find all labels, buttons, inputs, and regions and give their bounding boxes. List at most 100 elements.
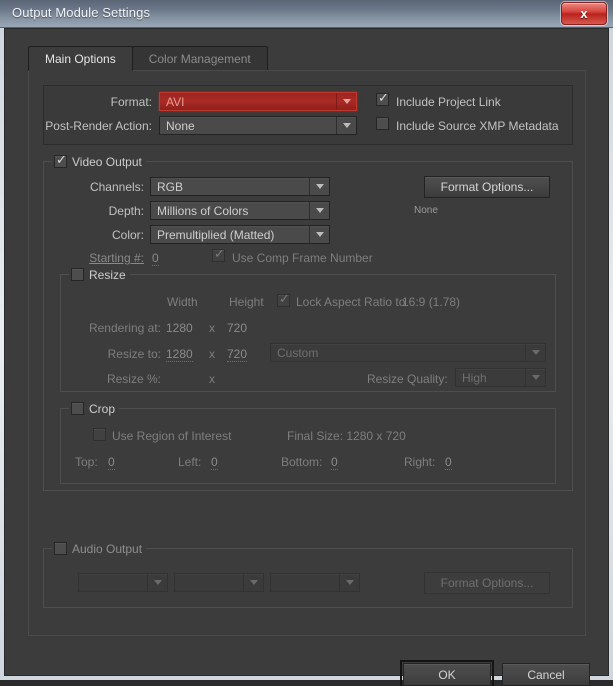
video-output-group: ✓ Video Output Channels: RGB Depth: Mill… xyxy=(43,154,573,491)
crop-top-value: 0 xyxy=(108,455,115,470)
dialog-body: Main Options Color Management Format: AV… xyxy=(4,28,609,686)
tab-panel-main-options: Format: AVI Post-Render Action: None ✓ I… xyxy=(28,70,586,636)
resize-quality-value: High xyxy=(462,370,487,385)
crop-group: Crop Use Region of Interest Final Size: … xyxy=(60,401,556,484)
include-xmp-label: Include Source XMP Metadata xyxy=(396,119,559,133)
post-render-action-dropdown[interactable]: None xyxy=(159,116,357,135)
format-dropdown[interactable]: AVI xyxy=(159,92,357,111)
chevron-down-icon xyxy=(525,369,545,386)
crop-top-label: Top: xyxy=(75,455,98,469)
close-icon: x xyxy=(580,6,588,21)
video-output-legend: ✓ Video Output xyxy=(52,154,146,169)
channels-dropdown[interactable]: RGB xyxy=(150,177,330,196)
audio-depth-dropdown xyxy=(174,573,264,592)
video-format-options-status: None xyxy=(414,205,438,216)
chevron-down-icon xyxy=(309,226,329,243)
channels-label: Channels: xyxy=(89,180,144,194)
resize-group: Resize Width Height ✓ Lock Aspect Ratio … xyxy=(60,267,556,392)
rendering-at-x: x xyxy=(209,321,215,335)
chevron-down-icon xyxy=(309,202,329,219)
ok-button[interactable]: OK xyxy=(400,660,494,686)
resize-percent-label: Resize %: xyxy=(106,372,161,386)
title-bar: Output Module Settings x xyxy=(0,0,613,28)
resize-preset-dropdown: Custom xyxy=(270,343,546,362)
include-project-link-checkbox[interactable]: ✓ xyxy=(376,91,389,106)
audio-format-options-button: Format Options... xyxy=(424,572,550,594)
use-comp-frame-number-checkbox: ✓ xyxy=(212,247,225,262)
crop-legend-label: Crop xyxy=(89,401,116,416)
resize-width-header: Width xyxy=(167,295,198,309)
post-render-action-label: Post-Render Action: xyxy=(45,119,152,133)
tab-bar: Main Options Color Management xyxy=(28,46,268,72)
audio-output-legend-label: Audio Output xyxy=(72,541,143,556)
resize-checkbox[interactable] xyxy=(71,268,84,281)
tab-color-management[interactable]: Color Management xyxy=(131,46,268,71)
audio-output-legend: Audio Output xyxy=(52,541,147,556)
video-output-legend-label: Video Output xyxy=(72,154,142,169)
lock-aspect-ratio-value: 16:9 (1.78) xyxy=(402,295,461,309)
resize-percent-x: x xyxy=(209,372,215,386)
dialog-window: Output Module Settings x Main Options Co… xyxy=(0,0,613,686)
use-region-of-interest-label: Use Region of Interest xyxy=(112,429,232,443)
lock-aspect-ratio-checkbox: ✓ xyxy=(277,292,290,307)
crop-left-value: 0 xyxy=(211,455,218,470)
rendering-at-height: 720 xyxy=(227,321,248,335)
resize-quality-dropdown: High xyxy=(455,368,546,387)
depth-label: Depth: xyxy=(108,204,144,218)
use-comp-frame-number-label: Use Comp Frame Number xyxy=(232,251,373,265)
check-icon: ✓ xyxy=(56,153,67,168)
resize-to-width: 1280 xyxy=(166,347,193,362)
depth-dropdown[interactable]: Millions of Colors xyxy=(150,201,330,220)
check-icon: ✓ xyxy=(378,91,389,106)
resize-to-height: 720 xyxy=(227,347,248,362)
depth-value: Millions of Colors xyxy=(157,203,249,218)
chevron-down-icon xyxy=(339,574,359,591)
resize-legend: Resize xyxy=(69,267,130,282)
color-label: Color: xyxy=(111,228,144,242)
check-icon: ✓ xyxy=(214,247,225,262)
resize-to-label: Resize to: xyxy=(107,347,161,361)
window-title: Output Module Settings xyxy=(12,5,151,20)
audio-output-group: Audio Output Format Options... xyxy=(43,541,573,608)
crop-legend: Crop xyxy=(69,401,120,416)
video-format-options-button[interactable]: Format Options... xyxy=(424,176,550,198)
resize-preset-value: Custom xyxy=(277,345,319,360)
resize-quality-label: Resize Quality: xyxy=(367,372,448,386)
final-size-label: Final Size: 1280 x 720 xyxy=(287,429,406,443)
use-region-of-interest-checkbox xyxy=(93,428,106,441)
chevron-down-icon xyxy=(336,93,356,110)
color-value: Premultiplied (Matted) xyxy=(157,227,275,242)
video-output-checkbox[interactable]: ✓ xyxy=(54,153,67,168)
starting-number-value[interactable]: 0 xyxy=(152,251,159,266)
rendering-at-label: Rendering at: xyxy=(88,321,161,335)
resize-to-x: x xyxy=(209,347,215,361)
crop-checkbox[interactable] xyxy=(71,402,84,415)
chevron-down-icon xyxy=(336,117,356,134)
starting-number-label: Starting #: xyxy=(89,251,144,265)
rendering-at-width: 1280 xyxy=(166,321,193,335)
crop-bottom-label: Bottom: xyxy=(281,455,323,469)
resize-height-header: Height xyxy=(229,295,264,309)
chevron-down-icon xyxy=(309,178,329,195)
audio-channels-dropdown xyxy=(270,573,360,592)
crop-bottom-value: 0 xyxy=(331,455,338,470)
lock-aspect-ratio-label: Lock Aspect Ratio to xyxy=(296,295,406,309)
chevron-down-icon xyxy=(243,574,263,591)
audio-rate-dropdown xyxy=(78,573,168,592)
crop-left-label: Left: xyxy=(178,455,202,469)
resize-legend-label: Resize xyxy=(89,267,126,282)
tab-main-options[interactable]: Main Options xyxy=(28,46,133,71)
audio-output-checkbox[interactable] xyxy=(54,542,67,555)
include-project-link-label: Include Project Link xyxy=(396,95,501,109)
chevron-down-icon xyxy=(147,574,167,591)
check-icon: ✓ xyxy=(279,292,290,307)
cancel-button[interactable]: Cancel xyxy=(502,663,590,686)
format-panel: Format: AVI Post-Render Action: None ✓ I… xyxy=(43,85,573,145)
format-dropdown-value: AVI xyxy=(166,94,185,109)
color-dropdown[interactable]: Premultiplied (Matted) xyxy=(150,225,330,244)
post-render-action-value: None xyxy=(166,118,195,133)
chevron-down-icon xyxy=(525,344,545,361)
include-xmp-checkbox[interactable] xyxy=(376,117,389,130)
crop-right-label: Right: xyxy=(404,455,436,469)
close-button[interactable]: x xyxy=(561,2,607,25)
